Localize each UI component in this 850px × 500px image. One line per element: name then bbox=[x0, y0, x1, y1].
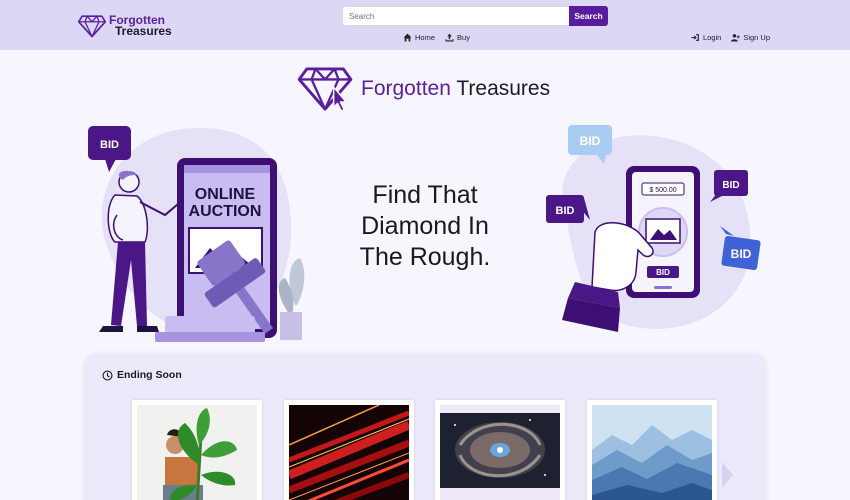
right-bubble-3: BID bbox=[722, 180, 739, 191]
left-bid-bubble-text: BID bbox=[100, 139, 119, 151]
tagline-line2: Diamond In bbox=[361, 212, 489, 240]
auction-item-image bbox=[289, 405, 409, 500]
brand-line2: Treasures bbox=[115, 24, 172, 38]
chevron-right-icon[interactable] bbox=[720, 460, 734, 490]
right-bubble-4: BID bbox=[731, 247, 752, 261]
clock-icon bbox=[102, 369, 113, 381]
right-price: $ 500.00 bbox=[649, 187, 676, 194]
right-bid-button: BID bbox=[656, 268, 670, 277]
diamond-logo-icon bbox=[78, 15, 106, 38]
hero-tagline: Find That Diamond In The Rough. bbox=[335, 180, 515, 273]
login-icon bbox=[691, 34, 699, 41]
search-button[interactable]: Search bbox=[569, 6, 608, 26]
search-form: Search bbox=[342, 6, 608, 26]
auction-card[interactable] bbox=[132, 400, 262, 500]
brand-logo-link[interactable]: Forgotten Treasures bbox=[78, 12, 172, 40]
nav-buy-link[interactable]: Buy bbox=[445, 33, 470, 42]
hero-title-part2: Treasures bbox=[450, 77, 551, 100]
nav-home-link[interactable]: Home bbox=[403, 33, 435, 42]
home-icon bbox=[403, 33, 412, 42]
login-label: Login bbox=[702, 33, 722, 42]
upload-icon bbox=[445, 33, 454, 42]
user-plus-icon bbox=[731, 34, 741, 42]
auction-card[interactable] bbox=[587, 400, 717, 500]
auction-item-image bbox=[137, 405, 257, 500]
left-screen-line1: ONLINE bbox=[195, 186, 256, 203]
tagline-line1: Find That bbox=[372, 181, 478, 209]
right-bubble-2: BID bbox=[556, 205, 575, 217]
ending-soon-section: Ending Soon bbox=[85, 355, 765, 500]
hero-logo: Forgotten Treasures bbox=[297, 66, 550, 112]
navbar: Forgotten Treasures Search Home Buy Logi… bbox=[0, 0, 850, 50]
ending-soon-header: Ending Soon bbox=[102, 369, 182, 381]
auction-card[interactable] bbox=[284, 400, 414, 500]
hero-title: Forgotten Treasures bbox=[361, 77, 550, 101]
auction-card[interactable] bbox=[435, 400, 565, 500]
mobile-bidding-illustration: BID BID BID BID $ 500.00 BID bbox=[546, 125, 761, 332]
left-screen-line2: AUCTION bbox=[189, 203, 262, 220]
hero-title-part1: Forgotten bbox=[361, 77, 451, 100]
main-nav: Home Buy bbox=[403, 33, 470, 42]
right-bubble-1: BID bbox=[580, 134, 601, 148]
auction-item-image bbox=[440, 405, 560, 500]
auction-item-image bbox=[592, 405, 712, 500]
signup-label: Sign Up bbox=[743, 33, 770, 42]
ending-soon-title: Ending Soon bbox=[117, 369, 182, 381]
nav-buy-label: Buy bbox=[457, 33, 470, 42]
nav-home-label: Home bbox=[415, 33, 436, 42]
search-input[interactable] bbox=[342, 6, 569, 26]
login-link[interactable]: Login bbox=[691, 33, 721, 42]
diamond-cursor-icon bbox=[297, 67, 353, 112]
brand-text: Forgotten Treasures bbox=[109, 14, 172, 38]
auth-nav: Login Sign Up bbox=[691, 33, 770, 42]
tagline-line3: The Rough. bbox=[359, 243, 491, 271]
online-auction-illustration: BID ONLINE AUCTION bbox=[88, 126, 305, 342]
signup-link[interactable]: Sign Up bbox=[731, 33, 770, 42]
